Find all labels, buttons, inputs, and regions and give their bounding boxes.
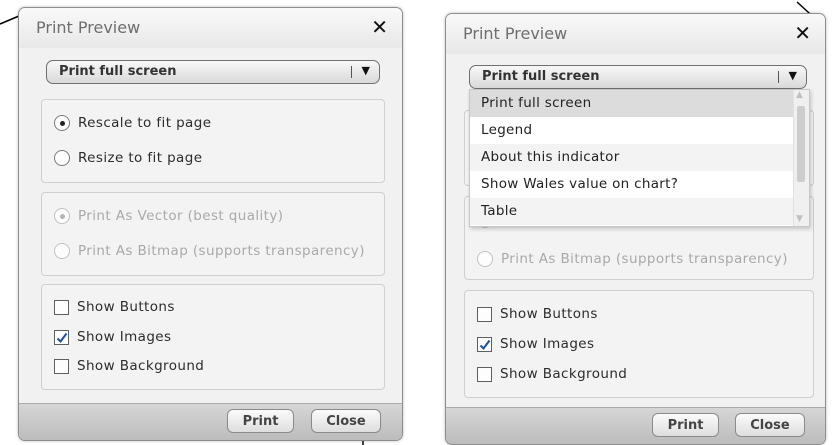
checkbox[interactable] [54,358,69,374]
format-options-group: Print As Vector (best quality) Print As … [41,192,385,276]
checkbox-checked[interactable] [54,329,69,345]
show-images-option[interactable]: Show Images [54,326,171,348]
dialog-titlebar[interactable]: Print Preview ✕ [19,8,402,48]
print-button[interactable]: Print [652,413,719,437]
radio-button-checked[interactable] [54,115,70,131]
print-mode-select[interactable]: Print full screen ▼ [46,60,380,84]
chevron-down-icon[interactable]: ▼ [789,69,797,82]
show-buttons-option[interactable]: Show Buttons [54,296,175,318]
chevron-down-icon[interactable]: ▼ [362,64,370,77]
dropdown-option-about-indicator[interactable]: About this indicator [470,144,793,171]
checkbox[interactable] [477,306,492,322]
show-buttons-option[interactable]: Show Buttons [477,303,598,325]
resize-radio-option[interactable]: Resize to fit page [54,147,202,169]
bitmap-radio-option: Print As Bitmap (supports transparency) [477,248,788,270]
checkbox[interactable] [477,366,492,382]
dialog-title: Print Preview [36,18,141,37]
show-background-option[interactable]: Show Background [54,355,204,377]
dropdown-option-legend[interactable]: Legend [470,117,793,144]
dropdown-option-table[interactable]: Table [470,198,793,225]
show-images-option[interactable]: Show Images [477,333,594,355]
show-options-group: Show Buttons Show Images Show Background [41,284,385,390]
print-button[interactable]: Print [227,409,294,433]
dialog-footer: Print Close [446,407,825,444]
option-label: Rescale to fit page [78,115,212,131]
checkbox-checked[interactable] [477,336,492,352]
vector-radio-option: Print As Vector (best quality) [54,205,283,227]
option-label: Show Buttons [500,306,598,322]
select-divider [351,66,352,78]
checkbox[interactable] [54,299,69,315]
close-button[interactable]: Close [735,413,805,437]
radio-button [54,243,70,259]
print-mode-select[interactable]: Print full screen ▼ [469,65,807,89]
radio-button[interactable] [54,150,70,166]
radio-button [477,251,493,267]
option-label: Show Background [500,366,628,382]
option-label: Print As Vector (best quality) [78,208,284,224]
radio-button-checked [54,208,70,224]
option-label: Show Images [500,336,595,352]
close-button[interactable]: Close [311,409,381,433]
select-divider [778,71,779,83]
close-icon[interactable]: ✕ [371,15,388,39]
scale-options-group: Rescale to fit page Resize to fit page [41,99,385,183]
print-preview-dialog: Print Preview ✕ Print full screen ▼ Resc… [18,7,403,441]
select-value: Print full screen [59,64,177,79]
show-options-group: Show Buttons Show Images Show Background [464,290,814,398]
check-icon [56,332,68,343]
option-label: Show Buttons [77,299,175,315]
dropdown-scrollbar[interactable]: ▲ ▼ [793,90,809,226]
close-icon[interactable]: ✕ [794,21,811,45]
print-preview-dialog-expanded: Print Preview ✕ Print full screen ▼ Prin… [445,13,826,445]
rescale-radio-option[interactable]: Rescale to fit page [54,112,211,134]
option-label: Show Images [77,329,172,345]
dropdown-option-print-full-screen[interactable]: Print full screen [470,90,793,117]
dropdown-option-show-wales-value[interactable]: Show Wales value on chart? [470,171,793,198]
dialog-titlebar[interactable]: Print Preview ✕ [446,14,825,54]
dialog-title: Print Preview [463,24,568,43]
bitmap-radio-option: Print As Bitmap (supports transparency) [54,240,365,262]
scroll-up-icon[interactable]: ▲ [796,90,803,100]
scroll-down-icon[interactable]: ▼ [796,214,803,224]
scrollbar-thumb[interactable] [797,106,805,182]
show-background-option[interactable]: Show Background [477,363,627,385]
select-value: Print full screen [482,69,600,84]
option-label: Resize to fit page [78,150,203,166]
option-label: Print As Bitmap (supports transparency) [78,243,365,259]
dialog-footer: Print Close [19,403,402,440]
check-icon [479,339,491,350]
option-label: Print As Bitmap (supports transparency) [501,251,788,267]
print-mode-dropdown-list[interactable]: Print full screen Legend About this indi… [469,89,810,227]
option-label: Show Background [77,358,205,374]
